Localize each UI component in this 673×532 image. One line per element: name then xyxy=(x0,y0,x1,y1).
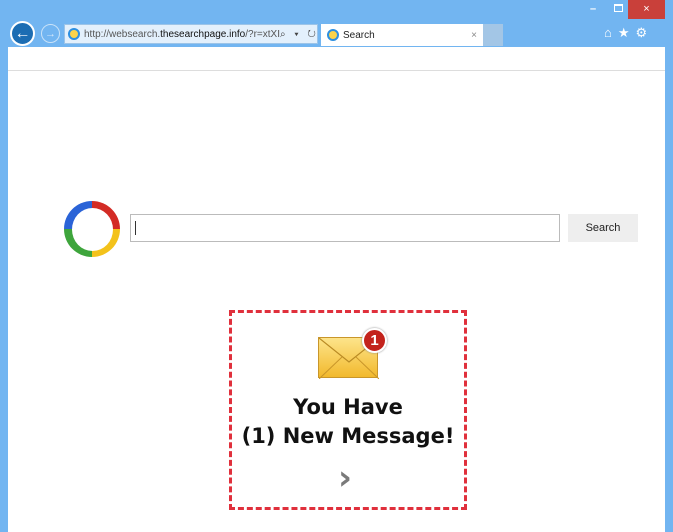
maximize-button[interactable] xyxy=(614,4,623,12)
minimize-button[interactable]: – xyxy=(590,3,596,15)
close-button[interactable]: × xyxy=(628,0,665,19)
gear-icon[interactable]: ⚙ xyxy=(636,25,648,41)
url-domain: thesearchpage.info xyxy=(160,28,246,40)
search-input[interactable] xyxy=(130,214,560,242)
url-suffix: /?r=xtXI xyxy=(245,28,280,40)
chevron-right-icon[interactable]: › xyxy=(338,458,352,498)
url-prefix: http://websearch. xyxy=(84,28,161,40)
promo-message[interactable]: You Have (1) New Message! xyxy=(229,393,467,451)
back-button[interactable]: ← xyxy=(10,21,35,46)
notification-badge: 1 xyxy=(362,328,387,353)
address-bar[interactable]: http://websearch. thesearchpage.info/?r=x… xyxy=(64,24,318,44)
ie-icon xyxy=(68,28,80,40)
promo-line-1: You Have xyxy=(293,395,403,419)
divider xyxy=(8,70,665,71)
tab-search[interactable]: Search × xyxy=(321,24,483,46)
tab-close-icon[interactable]: × xyxy=(471,30,477,41)
logo xyxy=(64,201,120,257)
home-icon[interactable]: ⌂ xyxy=(604,25,612,41)
ie-icon xyxy=(327,29,339,41)
address-controls[interactable]: ⌕ ▾ ↻ xyxy=(280,29,317,40)
new-tab-button[interactable] xyxy=(483,24,503,46)
tab-title: Search xyxy=(343,29,375,41)
forward-button[interactable]: → xyxy=(41,24,60,43)
promo-line-2: (1) New Message! xyxy=(241,424,455,448)
star-icon[interactable]: ★ xyxy=(618,25,630,41)
search-button[interactable]: Search xyxy=(568,214,638,242)
